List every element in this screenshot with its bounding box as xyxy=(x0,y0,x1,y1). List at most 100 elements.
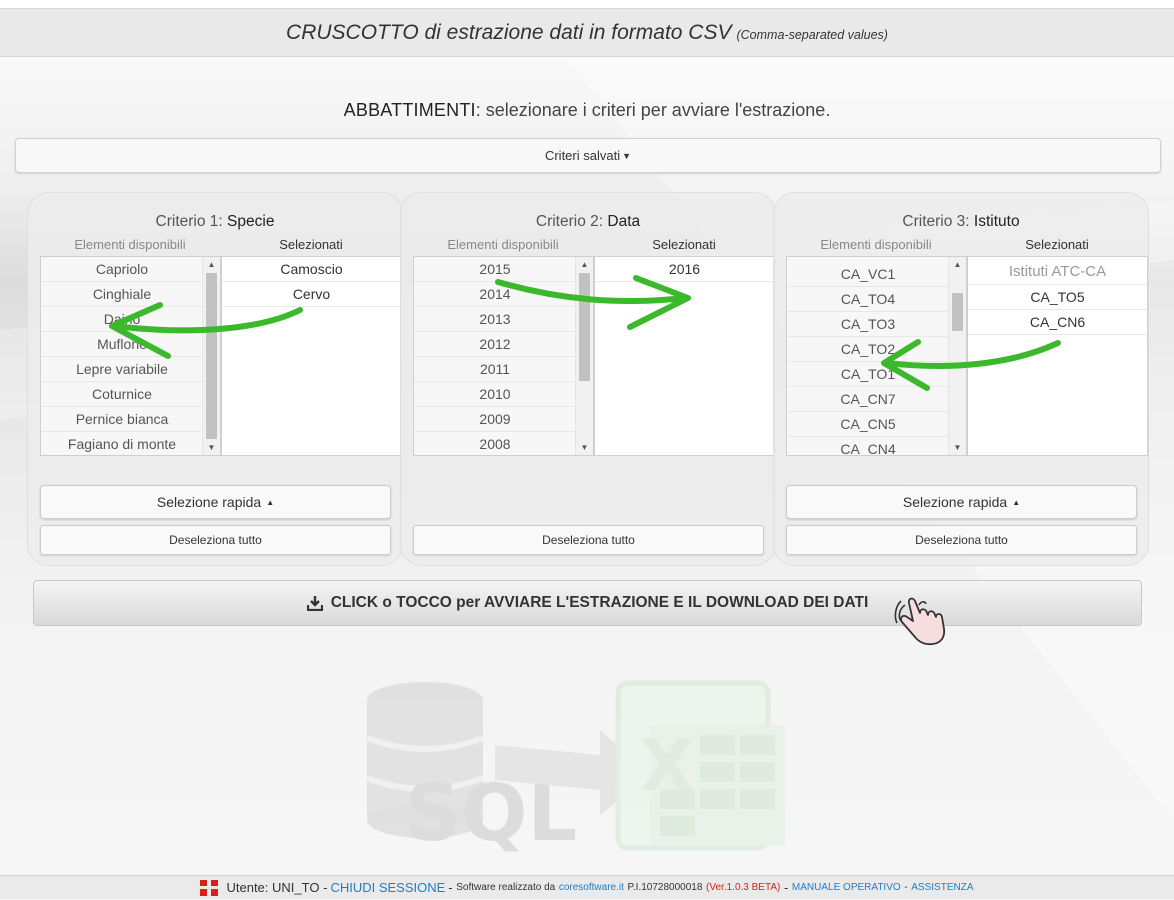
list-item[interactable]: CA_CN4 xyxy=(787,437,949,455)
scroll-down-icon[interactable]: ▼ xyxy=(203,443,220,452)
list-item[interactable]: 2012 xyxy=(414,332,576,357)
available-column-header: Elementi disponibili xyxy=(820,237,932,252)
list-item[interactable]: 2015 xyxy=(414,257,576,282)
list-item[interactable]: 2013 xyxy=(414,307,576,332)
list-item[interactable]: CA_VC1 xyxy=(787,262,949,287)
list-item[interactable]: CA_TO4 xyxy=(787,287,949,312)
criterion-name: Data xyxy=(607,213,641,230)
assistance-link[interactable]: ASSISTENZA xyxy=(911,882,973,893)
list-item[interactable]: 2010 xyxy=(414,382,576,407)
list-item[interactable]: Capriolo xyxy=(41,257,203,282)
extract-download-button[interactable]: CLICK o TOCCO per AVVIARE L'ESTRAZIONE E… xyxy=(33,580,1142,626)
selected-column-header: Selezionati xyxy=(1025,237,1089,252)
scroll-up-icon[interactable]: ▲ xyxy=(576,260,593,269)
scroll-down-icon[interactable]: ▼ xyxy=(949,443,966,452)
criterion-title: Criterio 1: Specie xyxy=(155,213,275,230)
criterion-panel-institute: Criterio 3: Istituto Elementi disponibil… xyxy=(773,192,1149,566)
scroll-thumb[interactable] xyxy=(206,273,217,439)
user-label: Utente: xyxy=(226,880,269,895)
list-item[interactable]: CA_CN6 xyxy=(968,310,1147,335)
criterion-title: Criterio 2: Data xyxy=(535,213,641,230)
list-item[interactable]: Cervo xyxy=(222,282,401,307)
close-session-link[interactable]: CHIUDI SESSIONE xyxy=(330,880,445,895)
scroll-up-icon[interactable]: ▲ xyxy=(949,260,966,269)
sql-to-excel-graphic: SQL X xyxy=(365,680,785,859)
selected-column-header: Selezionati xyxy=(652,237,716,252)
available-list[interactable]: 2015 2014 2013 2012 2011 2010 2009 2008 … xyxy=(413,256,594,456)
deselect-all-label: Deseleziona tutto xyxy=(169,533,262,547)
section-title: ABBATTIMENTI: selezionare i criteri per … xyxy=(0,100,1174,121)
list-group-header: Istituti ATC-CA xyxy=(968,257,1147,285)
scroll-up-icon[interactable]: ▲ xyxy=(203,260,220,269)
deselect-all-button[interactable]: Deseleziona tutto xyxy=(786,525,1137,555)
section-title-bold: ABBATTIMENTI xyxy=(343,100,476,120)
criterion-title: Criterio 3: Istituto xyxy=(902,213,1020,230)
selected-list[interactable]: Istituti ATC-CA CA_TO5 CA_CN6 xyxy=(967,256,1148,456)
caret-up-icon: ▲ xyxy=(1012,497,1021,507)
available-list[interactable]: CA_VC1 CA_TO4 CA_TO3 CA_TO2 CA_TO1 CA_CN… xyxy=(786,256,967,456)
footer-bar: Utente: UNI_TO - CHIUDI SESSIONE - Softw… xyxy=(0,875,1174,899)
list-item[interactable]: Coturnice xyxy=(41,382,203,407)
quick-select-button[interactable]: Selezione rapida ▲ xyxy=(786,485,1137,519)
list-item[interactable]: 2009 xyxy=(414,407,576,432)
saved-criteria-label: Criteri salvati xyxy=(544,148,621,163)
version-badge: (Ver.1.0.3 BETA) xyxy=(706,882,781,893)
list-item[interactable]: 2011 xyxy=(414,357,576,382)
page-header: CRUSCOTTO di estrazione dati in formato … xyxy=(0,8,1174,57)
list-item[interactable]: Camoscio xyxy=(222,257,401,282)
scrollbar[interactable]: ▲ ▼ xyxy=(575,257,593,455)
list-item[interactable]: CA_CN5 xyxy=(787,412,949,437)
available-list[interactable]: Capriolo Cinghiale Daino Muflone Lepre v… xyxy=(40,256,221,456)
list-item[interactable]: CA_TO2 xyxy=(787,337,949,362)
manual-link[interactable]: MANUALE OPERATIVO xyxy=(792,882,901,893)
page-title: CRUSCOTTO di estrazione dati in formato … xyxy=(286,20,732,44)
hand-pointer-icon xyxy=(894,597,946,646)
list-item[interactable]: 2008 xyxy=(414,432,576,455)
company-link[interactable]: coresoftware.it xyxy=(559,882,624,893)
scrollbar[interactable]: ▲ ▼ xyxy=(948,257,966,455)
list-item[interactable]: CA_TO3 xyxy=(787,312,949,337)
quick-select-label: Selezione rapida xyxy=(156,494,262,510)
criterion-panel-date: Criterio 2: Data Elementi disponibili Se… xyxy=(400,192,776,566)
list-item[interactable]: CA_TO1 xyxy=(787,362,949,387)
saved-criteria-dropdown[interactable]: Criteri salvati ▼ xyxy=(15,138,1161,173)
scroll-thumb[interactable] xyxy=(579,273,590,381)
user-name: UNI_TO xyxy=(272,880,320,895)
list-item[interactable]: Muflone xyxy=(41,332,203,357)
available-column-header: Elementi disponibili xyxy=(74,237,186,252)
deselect-all-label: Deseleziona tutto xyxy=(915,533,1008,547)
deselect-all-button[interactable]: Deseleziona tutto xyxy=(40,525,391,555)
extract-download-label: CLICK o TOCCO per AVVIARE L'ESTRAZIONE E… xyxy=(330,594,869,611)
svg-text:X: X xyxy=(640,725,694,807)
list-item[interactable]: Lepre variabile xyxy=(41,357,203,382)
list-item[interactable]: Pernice bianca xyxy=(41,407,203,432)
scrollbar[interactable]: ▲ ▼ xyxy=(202,257,220,455)
separator: - xyxy=(448,880,453,895)
separator: - xyxy=(323,880,328,895)
quick-select-label: Selezione rapida xyxy=(902,494,1008,510)
deselect-all-label: Deseleziona tutto xyxy=(542,533,635,547)
selected-column-header: Selezionati xyxy=(279,237,343,252)
list-item[interactable]: Cinghiale xyxy=(41,282,203,307)
separator: - xyxy=(783,880,789,895)
caret-down-icon: ▼ xyxy=(622,150,632,161)
deselect-all-button[interactable]: Deseleziona tutto xyxy=(413,525,764,555)
made-by-text: Software realizzato da xyxy=(456,882,556,893)
list-item[interactable]: CA_TO5 xyxy=(968,285,1147,310)
selected-list[interactable]: 2016 xyxy=(594,256,775,456)
criterion-name: Specie xyxy=(227,213,275,230)
page-subtitle: (Comma-separated values) xyxy=(736,27,888,42)
vat-number: P.I.10728000018 xyxy=(627,882,703,893)
list-item[interactable]: CA_CN7 xyxy=(787,387,949,412)
criterion-name: Istituto xyxy=(973,213,1020,230)
list-item[interactable]: 2016 xyxy=(595,257,774,282)
list-item[interactable]: 2014 xyxy=(414,282,576,307)
quick-select-button[interactable]: Selezione rapida ▲ xyxy=(40,485,391,519)
selected-list[interactable]: Camoscio Cervo xyxy=(221,256,402,456)
scroll-down-icon[interactable]: ▼ xyxy=(576,443,593,452)
list-item[interactable]: Fagiano di monte xyxy=(41,432,203,455)
scroll-thumb[interactable] xyxy=(952,293,963,331)
list-item[interactable]: Daino xyxy=(41,307,203,332)
caret-up-icon: ▲ xyxy=(266,497,275,507)
separator: - xyxy=(904,882,908,893)
